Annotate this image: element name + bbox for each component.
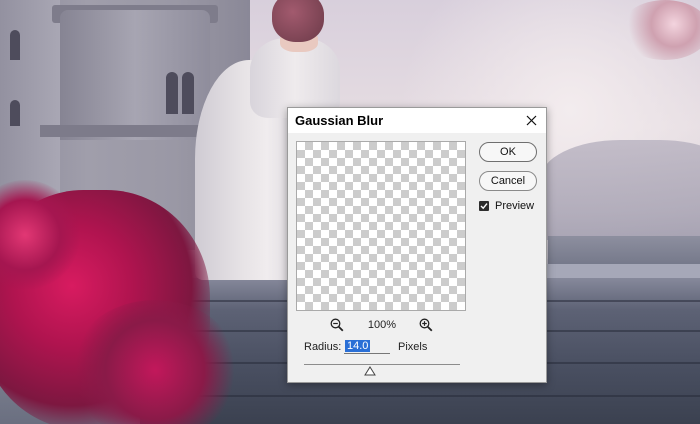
- castle-window: [182, 72, 194, 114]
- zoom-in-button[interactable]: [419, 318, 433, 332]
- ok-button[interactable]: OK: [479, 142, 537, 162]
- castle-window: [10, 30, 20, 60]
- blossom-branch: [620, 0, 700, 60]
- close-icon: [526, 115, 537, 126]
- castle-window: [166, 72, 178, 114]
- dialog-titlebar[interactable]: Gaussian Blur: [288, 108, 546, 133]
- zoom-out-button[interactable]: [330, 318, 344, 332]
- radius-slider-track[interactable]: [304, 364, 460, 365]
- castle-window: [10, 100, 20, 126]
- preview-canvas[interactable]: [296, 141, 466, 311]
- radius-slider-thumb[interactable]: [363, 366, 376, 376]
- castle-left-tower: [0, 0, 60, 210]
- zoom-level: 100%: [367, 319, 397, 331]
- preview-label[interactable]: Preview: [495, 200, 534, 212]
- radius-input[interactable]: 14.0: [344, 339, 390, 354]
- preview-checkbox[interactable]: [479, 201, 489, 211]
- pixels-unit-label: Pixels: [398, 341, 428, 353]
- zoom-in-icon: [419, 318, 433, 332]
- radius-label: Radius:: [304, 341, 342, 353]
- woman-hair: [272, 0, 324, 42]
- gaussian-blur-dialog: Gaussian Blur 100% OK Cancel Preview Rad…: [287, 107, 547, 383]
- dialog-title: Gaussian Blur: [295, 113, 384, 128]
- checkmark-icon: [480, 203, 488, 210]
- radius-value-selected: 14.0: [345, 340, 371, 352]
- far-hill: [540, 140, 700, 240]
- zoom-out-icon: [330, 318, 344, 332]
- cancel-button[interactable]: Cancel: [479, 171, 537, 191]
- close-button[interactable]: [521, 110, 543, 131]
